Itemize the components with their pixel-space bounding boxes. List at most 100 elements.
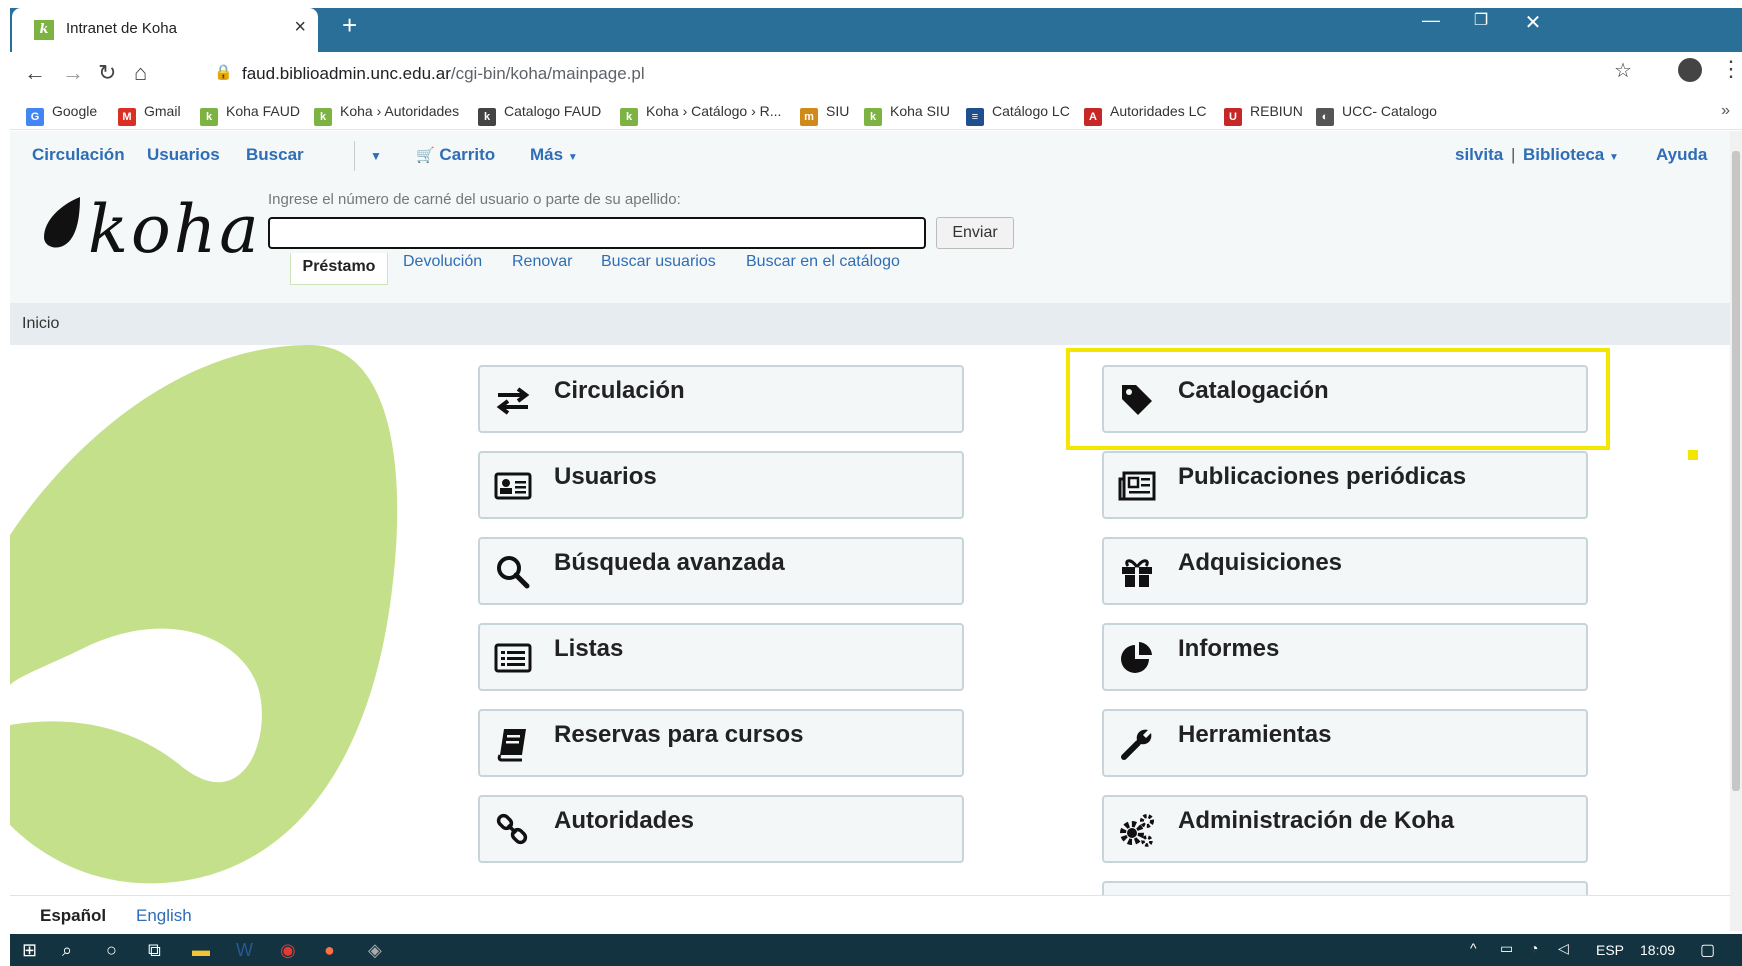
new-tab-button[interactable]: +	[342, 10, 357, 41]
module-label: Reservas para cursos	[554, 721, 804, 748]
pie-chart-icon	[1121, 642, 1152, 673]
lang-english[interactable]: English	[136, 906, 192, 926]
notification-icon[interactable]: ▢	[1700, 940, 1715, 960]
send-button[interactable]: Enviar	[936, 217, 1014, 249]
google-icon: G	[26, 108, 44, 126]
app-icon[interactable]: ◈	[368, 940, 382, 961]
nav-carrito[interactable]: 🛒 Carrito	[416, 145, 495, 165]
tray-chevron-icon[interactable]: ^	[1470, 940, 1477, 956]
volume-icon[interactable]: ◁	[1558, 940, 1569, 957]
module-publicaciones-periodicas[interactable]: Publicaciones periódicas	[1102, 451, 1588, 519]
koha-logo-mark-icon	[44, 197, 80, 248]
module-herramientas[interactable]: Herramientas	[1102, 709, 1588, 777]
breadcrumb: Inicio	[10, 303, 1730, 345]
caret-down-icon[interactable]: ▼	[370, 149, 382, 163]
bookmark-item[interactable]: M Gmail	[118, 103, 181, 126]
minimize-icon[interactable]: —	[1416, 10, 1446, 31]
bookmark-label: Google	[52, 103, 98, 119]
wifi-icon[interactable]: ◔	[1530, 940, 1538, 956]
module-administracion[interactable]: Administración de Koha	[1102, 795, 1588, 863]
module-label: Circulación	[554, 377, 685, 404]
nav-usuarios[interactable]: Usuarios	[147, 145, 220, 165]
browser-tab[interactable]: k Intranet de Koha ×	[12, 8, 318, 52]
tab-renovar[interactable]: Renovar	[512, 253, 572, 271]
module-partial[interactable]	[1102, 881, 1588, 895]
breadcrumb-inicio[interactable]: Inicio	[22, 315, 59, 333]
module-label: Publicaciones periódicas	[1178, 463, 1467, 490]
firefox-icon[interactable]: ●	[324, 940, 335, 961]
lang-espanol[interactable]: Español	[40, 906, 106, 926]
taskbar-clock[interactable]: 18:09	[1640, 942, 1675, 958]
nav-mas[interactable]: Más ▼	[530, 145, 578, 165]
koha-icon: k	[620, 108, 638, 126]
task-view-icon[interactable]: ⧉	[148, 940, 161, 961]
module-listas[interactable]: Listas	[478, 623, 964, 691]
nav-user-separator: |	[1511, 145, 1516, 164]
patron-search-input[interactable]	[268, 217, 926, 249]
url-field[interactable]: 🔒 faud.biblioadmin.unc.edu.ar/cgi-bin/ko…	[196, 57, 1656, 89]
taskbar-language[interactable]: ESP	[1596, 942, 1624, 958]
forward-icon[interactable]: →	[62, 60, 84, 86]
bookmark-item[interactable]: ≡ Catálogo LC	[966, 103, 1070, 126]
battery-icon[interactable]: ▭	[1500, 940, 1513, 957]
module-label: Autoridades	[554, 807, 695, 834]
back-icon[interactable]: ←	[24, 60, 46, 86]
book-icon	[497, 729, 526, 762]
bookmark-item[interactable]: A Autoridades LC	[1084, 103, 1207, 126]
chrome-icon[interactable]: ◉	[280, 940, 296, 961]
yellow-marker	[1688, 450, 1698, 460]
bookmark-item[interactable]: k Koha › Catálogo › R...	[620, 103, 781, 126]
module-label: Administración de Koha	[1178, 807, 1455, 834]
nav-separator	[354, 141, 355, 171]
bookmark-item[interactable]: m SIU	[800, 103, 849, 126]
bookmark-label: SIU	[826, 103, 850, 119]
file-explorer-icon[interactable]: ▬	[192, 940, 210, 961]
koha-outline-icon: k	[478, 108, 496, 126]
bookmark-label: UCC- Catalogo	[1342, 103, 1437, 119]
cart-icon: 🛒	[416, 147, 435, 164]
profile-avatar-icon[interactable]	[1678, 58, 1702, 82]
word-icon[interactable]: W	[236, 940, 253, 961]
nav-circulacion[interactable]: Circulación	[32, 145, 125, 165]
tab-buscar-catalogo[interactable]: Buscar en el catálogo	[746, 253, 900, 271]
bookmarks-more-button[interactable]: »	[1721, 102, 1730, 120]
nav-ayuda[interactable]: Ayuda	[1656, 145, 1707, 165]
bookmark-item[interactable]: k Catalogo FAUD	[478, 103, 601, 126]
nav-buscar[interactable]: Buscar	[246, 145, 304, 165]
tab-devolucion[interactable]: Devolución	[403, 253, 482, 271]
nav-user[interactable]: silvita	[1455, 145, 1503, 165]
gmail-icon: M	[118, 108, 136, 126]
search-label: Ingrese el número de carné del usuario o…	[268, 191, 681, 208]
reload-icon[interactable]: ↻	[98, 60, 116, 86]
menu-kebab-icon[interactable]: ⋮	[1720, 56, 1742, 82]
tab-close-button[interactable]: ×	[294, 16, 306, 39]
list-icon	[494, 643, 532, 673]
search-icon[interactable]: ⌕	[62, 940, 72, 961]
bookmark-item[interactable]: k Koha FAUD	[200, 103, 300, 126]
module-informes[interactable]: Informes	[1102, 623, 1588, 691]
bookmark-item[interactable]: G Google	[26, 103, 97, 126]
module-busqueda-avanzada[interactable]: Búsqueda avanzada	[478, 537, 964, 605]
windows-taskbar: ⊞ ⌕ ○ ⧉ ▬ W ◉ ● ◈ ^ ▭ ◔ ◁ ESP 18:09 ▢	[10, 934, 1742, 966]
module-adquisiciones[interactable]: Adquisiciones	[1102, 537, 1588, 605]
home-icon[interactable]: ⌂	[134, 60, 147, 86]
bookmark-item[interactable]: U REBIUN	[1224, 103, 1303, 126]
nav-biblioteca[interactable]: Biblioteca ▼	[1523, 145, 1619, 165]
windows-start-icon[interactable]: ⊞	[22, 940, 37, 961]
module-usuarios[interactable]: Usuarios	[478, 451, 964, 519]
koha-icon: k	[200, 108, 218, 126]
cortana-icon[interactable]: ○	[106, 940, 117, 961]
module-autoridades[interactable]: Autoridades	[478, 795, 964, 863]
bookmark-item[interactable]: ◐ UCC- Catalogo	[1316, 103, 1437, 126]
tab-prestamo[interactable]: Préstamo	[290, 253, 388, 285]
module-reservas-cursos[interactable]: Reservas para cursos	[478, 709, 964, 777]
close-window-icon[interactable]: ✕	[1518, 10, 1548, 35]
module-circulacion[interactable]: Circulación	[478, 365, 964, 433]
tab-buscar-usuarios[interactable]: Buscar usuarios	[601, 253, 716, 271]
page-scrollbar[interactable]	[1730, 131, 1742, 931]
restore-icon[interactable]: ❐	[1466, 10, 1496, 30]
bookmark-item[interactable]: k Koha SIU	[864, 103, 950, 126]
scrollbar-thumb[interactable]	[1732, 151, 1740, 791]
bookmark-item[interactable]: k Koha › Autoridades	[314, 103, 459, 126]
bookmark-star-icon[interactable]: ☆	[1614, 58, 1632, 83]
